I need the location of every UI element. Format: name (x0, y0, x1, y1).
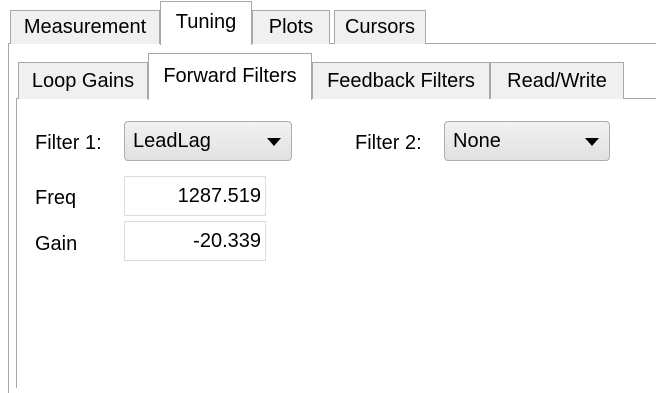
filter1-dropdown[interactable]: LeadLag (124, 121, 292, 161)
filter1-value: LeadLag (133, 130, 211, 152)
gain-label: Gain (35, 233, 78, 255)
tab-feedback-filters[interactable]: Feedback Filters (312, 62, 490, 99)
filter2-value: None (453, 130, 501, 152)
freq-field[interactable]: 1287.519 (124, 176, 266, 216)
inner-tab-strip: Loop Gains Forward Filters Feedback Filt… (0, 0, 656, 100)
filter2-dropdown[interactable]: None (444, 121, 610, 161)
tab-tuning[interactable]: Tuning (160, 1, 252, 45)
chevron-down-icon (267, 138, 281, 146)
tab-forward-filters[interactable]: Forward Filters (148, 53, 312, 100)
filter1-label: Filter 1: (35, 132, 102, 154)
filter2-label: Filter 2: (355, 132, 422, 154)
tab-loop-gains[interactable]: Loop Gains (18, 62, 148, 99)
freq-label: Freq (35, 187, 77, 209)
gain-field[interactable]: -20.339 (124, 221, 266, 261)
tab-read-write[interactable]: Read/Write (490, 62, 624, 99)
chevron-down-icon (585, 138, 599, 146)
